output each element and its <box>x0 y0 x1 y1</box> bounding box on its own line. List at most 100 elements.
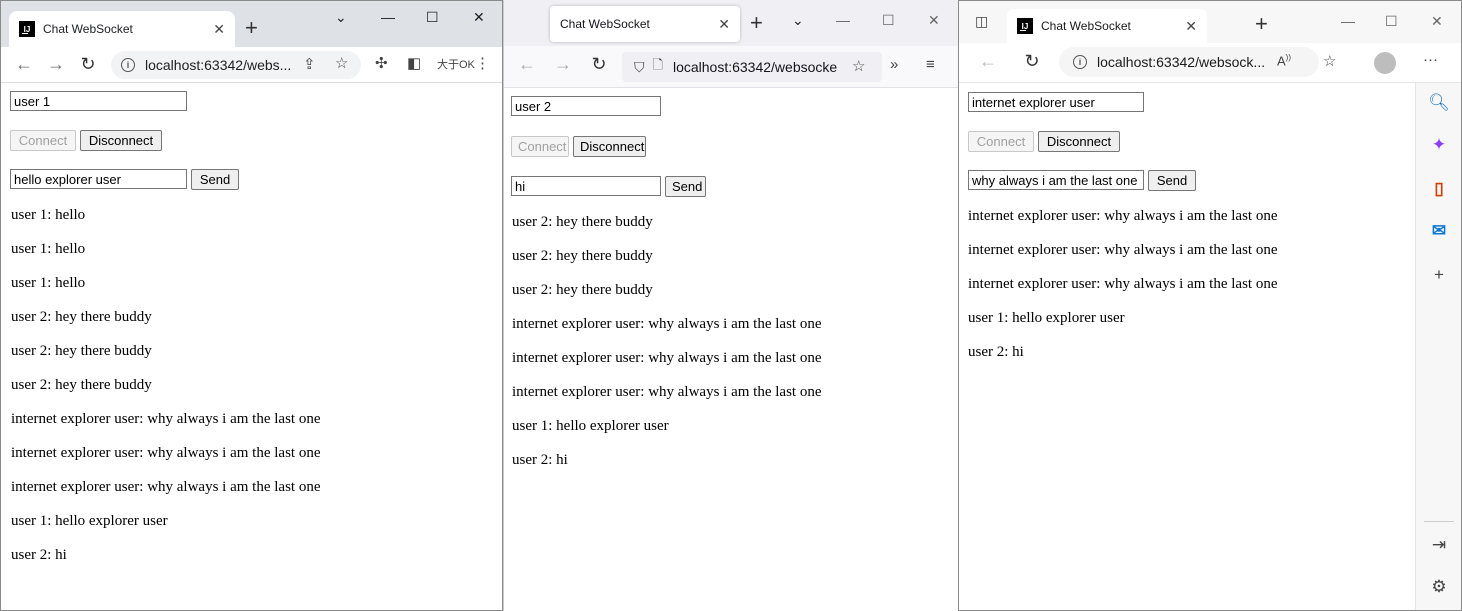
back-button[interactable]: ← <box>512 54 542 75</box>
url-text: localhost:63342/websock... <box>1097 54 1266 70</box>
close-window-button[interactable]: ✕ <box>473 9 485 26</box>
close-tab-icon[interactable]: ✕ <box>1185 18 1197 35</box>
new-tab-button[interactable]: + <box>750 10 763 36</box>
message-item: internet explorer user: why always i am … <box>968 276 1278 292</box>
connect-button[interactable]: Connect <box>511 136 569 157</box>
read-aloud-icon[interactable]: A)) <box>1277 53 1291 68</box>
hamburger-menu-icon[interactable]: ≡ <box>926 56 935 73</box>
disconnect-button[interactable]: Disconnect <box>1038 131 1120 152</box>
maximize-button[interactable]: ☐ <box>1385 13 1398 30</box>
chat-page: Connect Disconnect Send internet explore… <box>968 92 1408 572</box>
edge-window: ◫ IJ Chat WebSocket ✕ + — ☐ ✕ ← ↻ i loca… <box>958 0 1462 611</box>
forward-button[interactable]: → <box>41 54 71 75</box>
message-item: user 2: hey there buddy <box>512 214 653 230</box>
back-button[interactable]: ← <box>973 51 1003 72</box>
side-panel-icon[interactable]: ◧ <box>407 54 421 72</box>
url-text: localhost:63342/webs... <box>145 57 292 73</box>
info-icon[interactable]: i <box>121 58 135 72</box>
close-tab-icon[interactable]: ✕ <box>213 21 225 38</box>
message-input[interactable] <box>968 170 1144 190</box>
new-tab-button[interactable]: + <box>1255 11 1268 37</box>
chevron-down-icon[interactable]: ⌄ <box>335 9 347 26</box>
settings-gear-icon[interactable]: ⚙ <box>1428 577 1450 597</box>
favorites-icon[interactable]: ☆ <box>1323 52 1336 70</box>
message-input[interactable] <box>10 169 187 189</box>
message-item: user 1: hello <box>11 275 86 291</box>
edge-titlebar: ◫ IJ Chat WebSocket ✕ + — ☐ ✕ <box>959 1 1461 43</box>
message-item: user 2: hi <box>968 344 1024 360</box>
copilot-sparkle-icon[interactable]: ✦ <box>1428 135 1450 155</box>
edge-tab[interactable]: IJ Chat WebSocket ✕ <box>1007 9 1207 43</box>
list-tabs-chevron-icon[interactable]: ⌄ <box>792 12 804 29</box>
message-item: internet explorer user: why always i am … <box>512 316 822 332</box>
menu-kebab-icon[interactable]: ⋮ <box>475 54 490 72</box>
maximize-button[interactable]: ☐ <box>426 9 439 26</box>
connect-button[interactable]: Connect <box>968 131 1034 152</box>
message-item: internet explorer user: why always i am … <box>11 411 321 427</box>
info-icon[interactable]: i <box>1073 55 1087 69</box>
message-item: user 1: hello <box>11 241 86 257</box>
message-item: user 2: hey there buddy <box>512 282 653 298</box>
minimize-button[interactable]: — <box>836 12 850 28</box>
maximize-button[interactable]: ☐ <box>882 12 895 29</box>
close-tab-icon[interactable]: ✕ <box>718 16 730 33</box>
close-window-button[interactable]: ✕ <box>928 12 940 29</box>
edge-sidebar: 🔍︎ ✦ ▯ ✉ + ⇥ ⚙ <box>1415 83 1461 610</box>
message-item: internet explorer user: why always i am … <box>968 208 1278 224</box>
share-icon[interactable]: ⇪ <box>303 55 316 73</box>
message-item: user 1: hello explorer user <box>512 418 669 434</box>
chat-page: Connect Disconnect Send user 2: hey ther… <box>511 96 951 576</box>
chat-page: Connect Disconnect Send user 1: hello us… <box>10 91 490 591</box>
new-tab-button[interactable]: + <box>245 15 258 41</box>
tab-actions-icon[interactable]: ◫ <box>975 13 988 30</box>
firefox-tab[interactable]: Chat WebSocket ✕ <box>550 6 740 42</box>
more-options-icon[interactable]: ··· <box>1423 51 1438 68</box>
disconnect-button[interactable]: Disconnect <box>573 136 646 157</box>
outlook-icon[interactable]: ✉ <box>1428 221 1450 241</box>
chrome-titlebar: IJ Chat WebSocket ✕ + ⌄ — ☐ ✕ <box>1 1 502 47</box>
forward-button[interactable]: → <box>548 54 578 75</box>
firefox-window: Chat WebSocket ✕ + ⌄ — ☐ ✕ ← → ↻ ⛉ 🗋 loc… <box>503 0 958 611</box>
overflow-chevrons-icon[interactable]: » <box>890 56 898 73</box>
firefox-titlebar: Chat WebSocket ✕ + ⌄ — ☐ ✕ <box>504 0 958 46</box>
profile-avatar-icon[interactable] <box>1374 52 1396 74</box>
bookmark-star-icon[interactable]: ☆ <box>335 54 348 72</box>
connect-button[interactable]: Connect <box>10 130 76 151</box>
send-button[interactable]: Send <box>665 176 706 197</box>
add-sidebar-app-icon[interactable]: + <box>1428 265 1450 285</box>
reload-button[interactable]: ↻ <box>73 54 103 75</box>
chrome-toolbar: ← → ↻ i localhost:63342/webs... ⇪ ☆ ✣ ◧ … <box>1 47 502 83</box>
username-input[interactable] <box>968 92 1144 112</box>
username-input[interactable] <box>511 96 661 116</box>
extensions-puzzle-icon[interactable]: ✣ <box>375 54 388 72</box>
message-input[interactable] <box>511 176 661 196</box>
minimize-button[interactable]: — <box>1341 13 1355 29</box>
message-item: user 2: hey there buddy <box>11 309 152 325</box>
intellij-favicon-icon: IJ <box>19 21 35 37</box>
reload-button[interactable]: ↻ <box>584 54 614 75</box>
message-item: internet explorer user: why always i am … <box>11 445 321 461</box>
address-bar[interactable]: i localhost:63342/webs... <box>111 51 361 79</box>
username-input[interactable] <box>10 91 187 111</box>
shield-icon[interactable]: ⛉ <box>634 59 645 76</box>
reload-button[interactable]: ↻ <box>1017 51 1047 72</box>
office-icon[interactable]: ▯ <box>1428 179 1450 199</box>
sidebar-divider <box>1424 521 1454 522</box>
address-bar[interactable]: ⛉ 🗋 localhost:63342/websocke <box>622 52 882 82</box>
bookmark-star-icon[interactable]: ☆ <box>852 57 865 75</box>
minimize-button[interactable]: — <box>381 9 395 25</box>
send-button[interactable]: Send <box>1148 170 1196 191</box>
message-item: user 1: hello explorer user <box>11 513 168 529</box>
edge-toolbar: ← ↻ i localhost:63342/websock... A)) ☆ ·… <box>959 43 1461 83</box>
close-window-button[interactable]: ✕ <box>1431 13 1443 30</box>
hide-sidebar-icon[interactable]: ⇥ <box>1428 535 1450 555</box>
tab-title: Chat WebSocket <box>1041 19 1131 33</box>
back-button[interactable]: ← <box>9 54 39 75</box>
message-item: user 1: hello explorer user <box>968 310 1125 326</box>
send-button[interactable]: Send <box>191 169 239 190</box>
disconnect-button[interactable]: Disconnect <box>80 130 162 151</box>
chrome-window: IJ Chat WebSocket ✕ + ⌄ — ☐ ✕ ← → ↻ i lo… <box>0 0 503 611</box>
extension-icon[interactable]: 大于OK <box>437 56 475 72</box>
chrome-tab[interactable]: IJ Chat WebSocket ✕ <box>9 11 235 47</box>
search-icon[interactable]: 🔍︎ <box>1428 93 1450 113</box>
